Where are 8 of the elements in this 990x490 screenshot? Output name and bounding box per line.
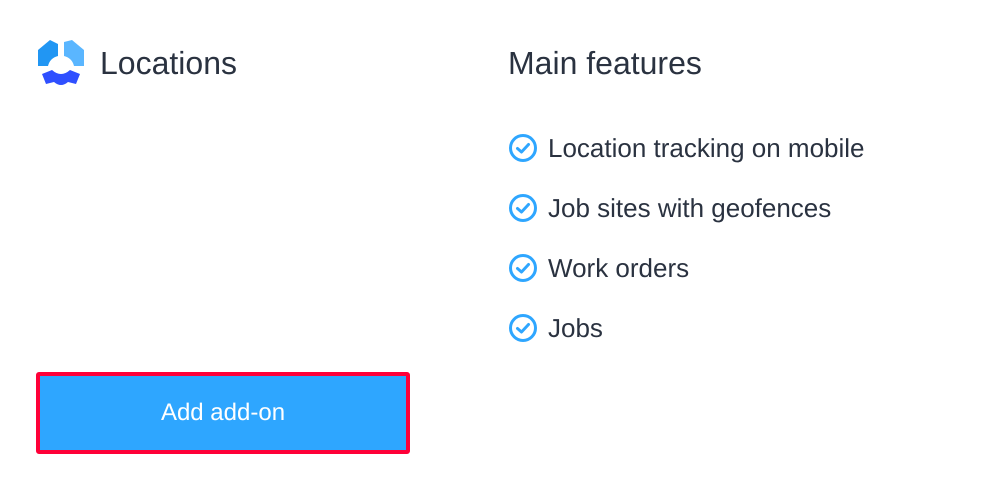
addon-title: Locations: [100, 44, 237, 82]
feature-label: Job sites with geofences: [548, 192, 832, 224]
feature-label: Location tracking on mobile: [548, 132, 865, 164]
feature-label: Jobs: [548, 312, 603, 344]
features-heading: Main features: [508, 44, 703, 83]
add-addon-button[interactable]: Add add-on: [36, 372, 410, 454]
logo-icon: [36, 38, 86, 88]
feature-label: Work orders: [548, 252, 690, 284]
